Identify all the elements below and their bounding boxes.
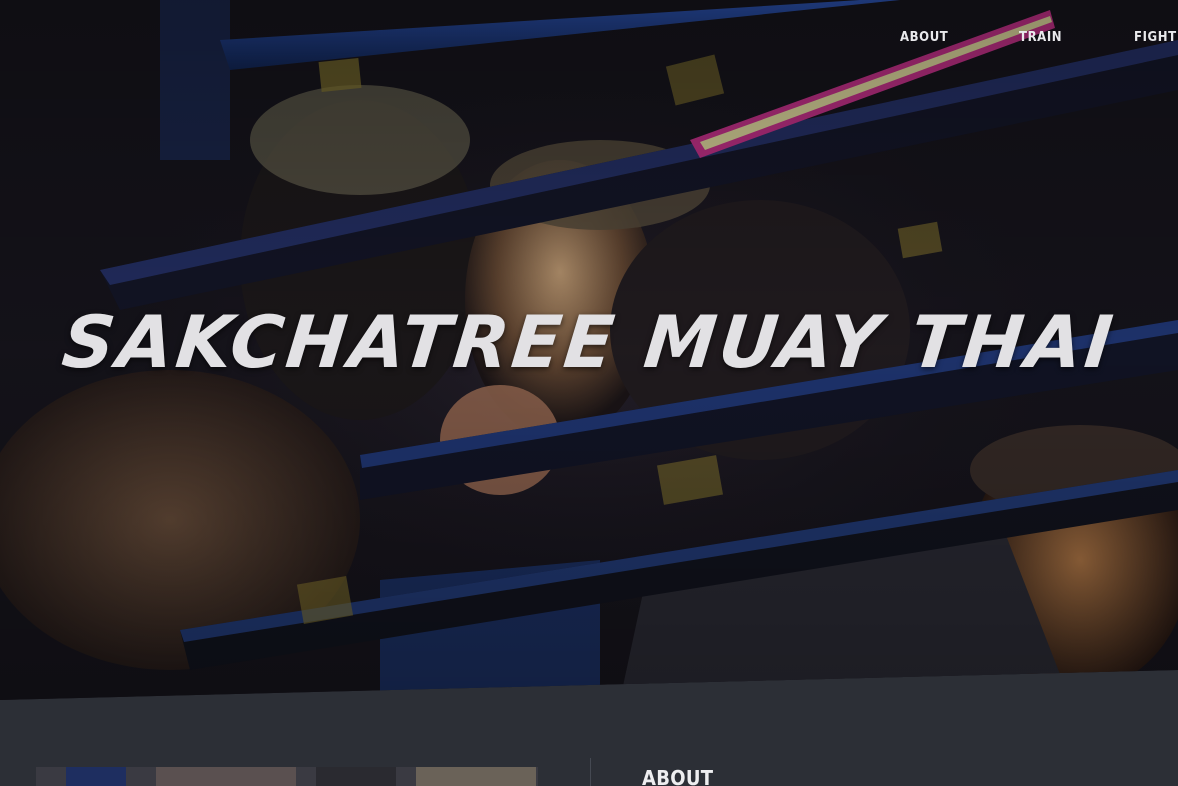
section-divider bbox=[590, 758, 591, 786]
main-nav: ABOUT TRAIN FIGHT bbox=[0, 30, 1178, 50]
nav-link-about[interactable]: ABOUT bbox=[900, 30, 948, 45]
nav-link-fight[interactable]: FIGHT bbox=[1134, 30, 1177, 45]
nav-link-train[interactable]: TRAIN bbox=[1019, 30, 1062, 45]
hero-title: SAKCHATREE MUAY THAI bbox=[58, 300, 1120, 384]
page: ABOUT TRAIN FIGHT SAKCHATREE MUAY THAI A… bbox=[0, 0, 1178, 786]
about-heading: ABOUT bbox=[642, 766, 714, 786]
about-image bbox=[36, 767, 538, 786]
hero-section: ABOUT TRAIN FIGHT SAKCHATREE MUAY THAI bbox=[0, 0, 1178, 700]
